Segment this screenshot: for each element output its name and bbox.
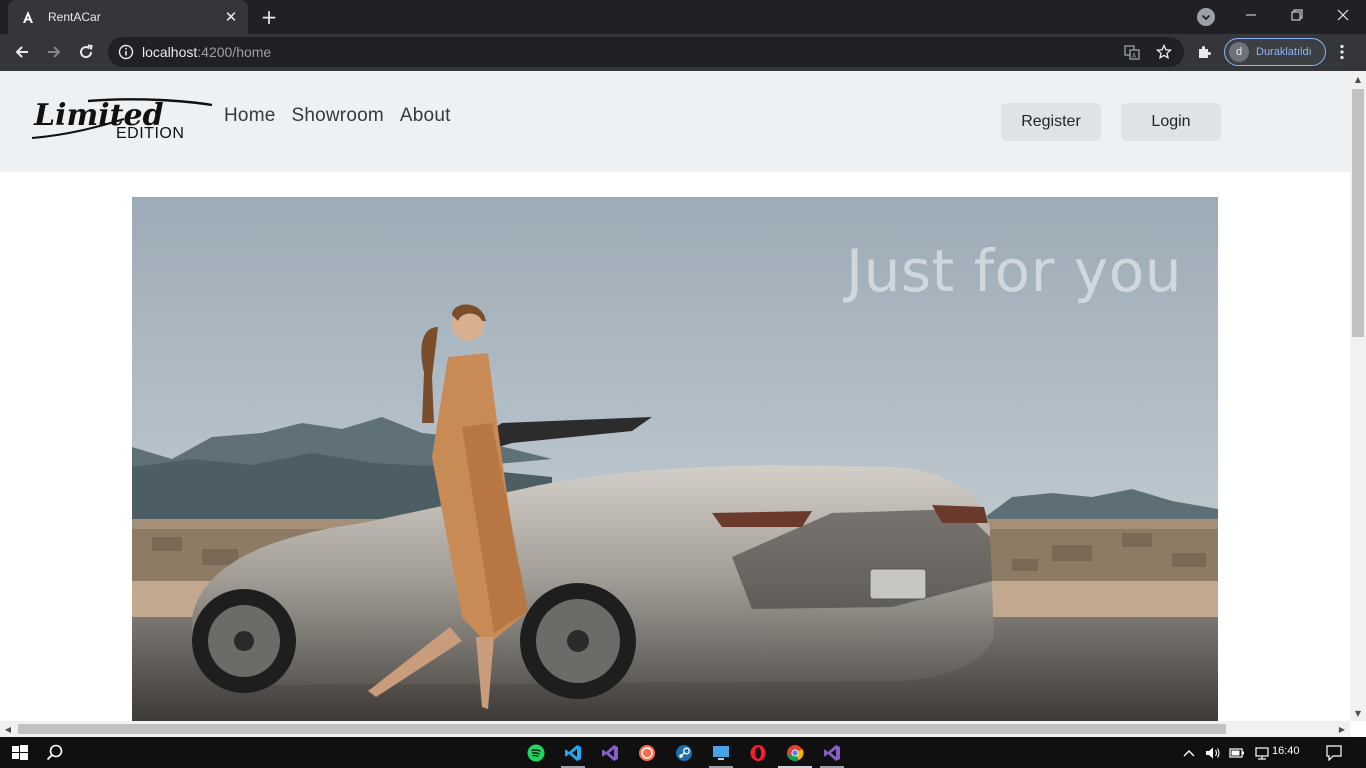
page-viewport: Limited EDITION Home Showroom About Regi… xyxy=(0,71,1350,721)
vertical-scroll-thumb[interactable] xyxy=(1352,89,1364,337)
spotify-icon[interactable] xyxy=(524,741,548,765)
scroll-right-arrow-icon[interactable]: ▶ xyxy=(1334,721,1350,737)
profile-button[interactable]: d Duraklatıldı xyxy=(1224,38,1326,66)
profile-avatar: d xyxy=(1229,42,1249,62)
remote-desktop-icon[interactable] xyxy=(709,741,733,765)
taskbar-clock[interactable]: 16:40 xyxy=(1272,745,1300,757)
horizontal-scroll-thumb[interactable] xyxy=(18,724,1226,734)
notifications-icon[interactable] xyxy=(1324,743,1344,763)
hero-headline: Just for you xyxy=(845,237,1182,305)
angular-icon xyxy=(20,9,36,25)
login-button[interactable]: Login xyxy=(1121,103,1221,141)
steam-icon[interactable] xyxy=(672,741,696,765)
brand-logo[interactable]: Limited EDITION xyxy=(28,95,214,143)
windows-start-icon[interactable] xyxy=(8,741,32,765)
close-tab-icon[interactable]: ✕ xyxy=(220,6,242,28)
tab-search-icon[interactable] xyxy=(1197,8,1215,26)
back-arrow-icon[interactable] xyxy=(9,39,35,65)
main-nav: Home Showroom About xyxy=(224,105,467,127)
new-tab-button[interactable]: + xyxy=(258,5,280,29)
browser-toolbar: localhost:4200/home A d Duraklatıldı xyxy=(0,34,1366,71)
chrome-icon[interactable] xyxy=(783,741,807,765)
horizontal-scrollbar[interactable]: ◀ ▶ xyxy=(0,721,1350,737)
osu-icon[interactable] xyxy=(635,741,659,765)
restore-icon[interactable] xyxy=(1274,0,1320,30)
show-hidden-icons-chevron-up-icon[interactable] xyxy=(1182,743,1196,763)
browser-menu-icon[interactable] xyxy=(1334,41,1350,63)
volume-icon[interactable] xyxy=(1204,743,1222,763)
extensions-puzzle-icon[interactable] xyxy=(1194,42,1214,62)
url-text: localhost:4200/home xyxy=(142,44,271,60)
url-path: :4200/home xyxy=(197,44,272,60)
search-icon[interactable] xyxy=(43,741,67,765)
battery-icon[interactable] xyxy=(1228,743,1246,763)
reload-icon[interactable] xyxy=(73,39,99,65)
nav-showroom[interactable]: Showroom xyxy=(291,105,383,127)
hero-banner: Just for you xyxy=(132,197,1218,721)
profile-status: Duraklatıldı xyxy=(1256,46,1312,58)
browser-tab[interactable]: RentACar ✕ xyxy=(8,0,248,34)
visual-studio-icon[interactable] xyxy=(598,741,622,765)
brand-sub: EDITION xyxy=(116,125,184,142)
register-button[interactable]: Register xyxy=(1001,103,1101,141)
vscode-icon[interactable] xyxy=(561,741,585,765)
network-icon[interactable] xyxy=(1253,743,1271,763)
site-header: Limited EDITION Home Showroom About Regi… xyxy=(0,71,1350,172)
bookmark-star-icon[interactable] xyxy=(1155,43,1173,61)
site-info-icon[interactable] xyxy=(118,44,134,60)
forward-arrow-icon[interactable] xyxy=(41,39,67,65)
windows-taskbar: 16:40 xyxy=(0,737,1366,768)
nav-about[interactable]: About xyxy=(400,105,451,127)
nav-home[interactable]: Home xyxy=(224,105,275,127)
url-host: localhost xyxy=(142,44,198,60)
browser-titlebar: RentACar ✕ + xyxy=(0,0,1366,34)
minimize-icon[interactable] xyxy=(1228,0,1274,30)
tab-title: RentACar xyxy=(48,10,101,24)
scroll-up-arrow-icon[interactable]: ▲ xyxy=(1350,71,1366,87)
scroll-left-arrow-icon[interactable]: ◀ xyxy=(0,721,16,737)
vertical-scrollbar[interactable]: ▲ ▼ xyxy=(1350,71,1366,721)
visual-studio-2-icon[interactable] xyxy=(820,741,844,765)
scroll-down-arrow-icon[interactable]: ▼ xyxy=(1350,705,1366,721)
address-bar[interactable]: localhost:4200/home A xyxy=(108,37,1184,67)
translate-icon[interactable]: A xyxy=(1123,43,1141,61)
opera-icon[interactable] xyxy=(746,741,770,765)
close-window-icon[interactable] xyxy=(1320,0,1366,30)
